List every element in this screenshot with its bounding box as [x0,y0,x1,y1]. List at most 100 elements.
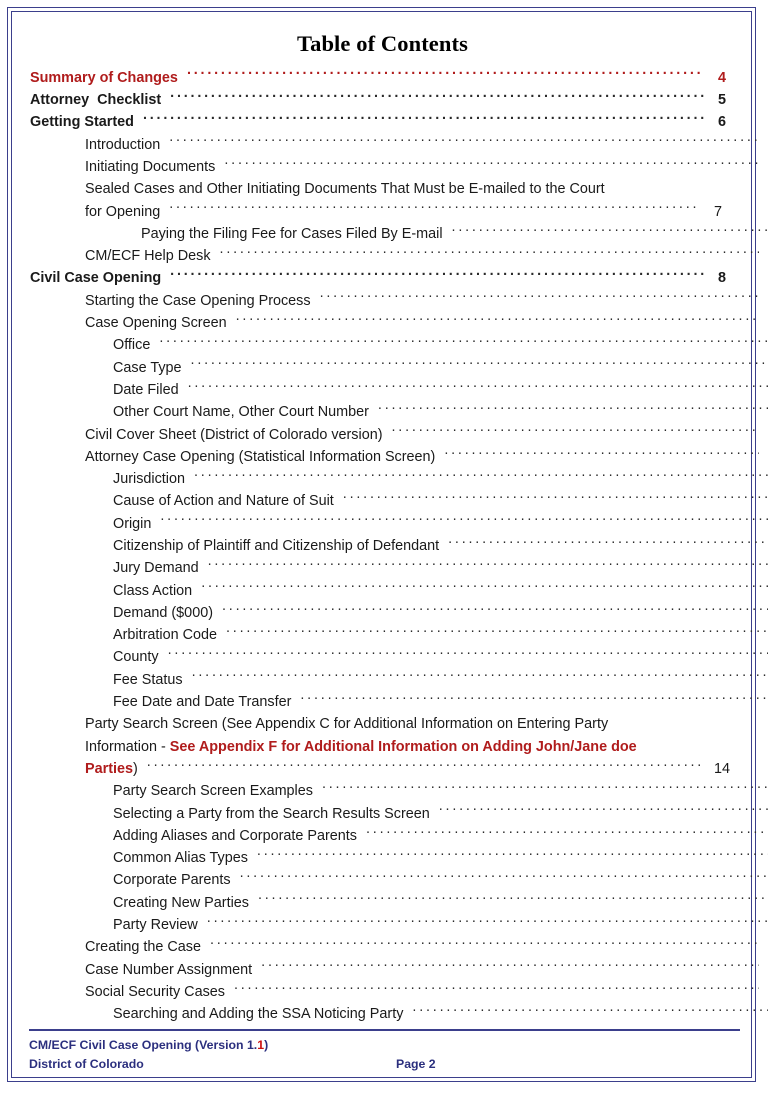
dot-leader [322,781,768,795]
toc-entry-sealed-cases[interactable]: Sealed Cases and Other Initiating Docume… [26,178,739,223]
footer-divider [29,1029,740,1031]
toc-entry[interactable]: CM/ECF Help Desk 7 [26,245,768,267]
toc-page-number: 6 [718,114,727,131]
toc-entry[interactable]: Citizenship of Plaintiff and Citizenship… [26,535,768,557]
toc-entry[interactable]: Attorney Case Opening (Statistical Infor… [26,446,768,468]
dot-leader [222,602,768,616]
toc-entry[interactable]: Class Action12 [26,580,768,602]
toc-entry[interactable]: Party Review19 [26,914,768,936]
toc-page-number: 6 [764,156,768,178]
toc-entry[interactable]: Common Alias Types17 [26,847,768,869]
toc-entry-label: Case Number Assignment [85,961,253,978]
toc-entry[interactable]: Searching and Adding the SSA Noticing Pa… [26,1003,768,1025]
toc-entry[interactable]: Cause of Action and Nature of Suit11 [26,490,768,512]
toc-page-number: 5 [718,92,727,109]
toc-entry-label: Cause of Action and Nature of Suit [113,493,334,510]
dot-leader [236,313,759,327]
toc-page-number: 20 [764,959,768,981]
dot-leader [366,825,768,839]
dot-leader [208,558,768,572]
footer-page-number: Page 2 [396,1057,436,1071]
toc-page-number: 7 [714,203,723,220]
dot-leader [258,892,768,906]
toc-entry[interactable]: Paying the Filing Fee for Cases Filed By… [26,223,768,245]
dot-leader [159,335,768,349]
toc-entry-label: Civil Case Opening [30,270,162,287]
toc-entry-label: Paying the Filing Fee for Cases Filed By… [141,225,443,242]
toc-entry-label: Origin [113,515,152,532]
dot-leader [147,759,700,773]
table-of-contents-list: Summary of Changes 4 Attorney Checklist 5 Ge… [26,67,768,1026]
footer-district: District of Colorado Page 2 [29,1055,740,1074]
toc-entry[interactable]: Office9 [26,334,768,356]
dot-leader [224,157,759,171]
toc-entry[interactable]: Initiating Documents 6 [26,156,768,178]
toc-entry[interactable]: Attorney Checklist 5 [26,89,743,111]
toc-entry[interactable]: Social Security Cases 20 [26,981,768,1003]
dot-leader [170,90,704,104]
toc-entry[interactable]: Getting Started 6 [26,111,743,133]
toc-entry[interactable]: Corporate Parents17 [26,869,768,891]
toc-entry[interactable]: Creating New Parties18 [26,892,768,914]
toc-entry[interactable]: County13 [26,646,768,668]
toc-entry-label: Adding Aliases and Corporate Parents [113,827,357,844]
dot-leader [444,446,759,460]
footer-document-name: CM/ECF Civil Case Opening (Version 1.1) [29,1036,740,1055]
toc-entry-label: Summary of Changes [30,69,178,86]
toc-entry[interactable]: Case Opening Screen 9 [26,312,768,334]
toc-entry[interactable]: Starting the Case Opening Process 8 [26,290,768,312]
page-footer: CM/ECF Civil Case Opening (Version 1.1) … [29,1029,740,1074]
toc-entry[interactable]: Fee Status13 [26,669,768,691]
toc-entry[interactable]: Creating the Case 19 [26,936,768,958]
toc-entry[interactable]: Case Number Assignment 20 [26,959,768,981]
toc-entry-party-search-screen[interactable]: Party Search Screen (See Appendix C for … [26,713,739,780]
toc-entry[interactable]: Introduction 6 [26,134,768,156]
toc-entry[interactable]: Jury Demand12 [26,557,768,579]
toc-entry-label: Citizenship of Plaintiff and Citizenship… [113,537,440,554]
toc-entry-label: CM/ECF Help Desk [85,248,211,265]
toc-entry[interactable]: Summary of Changes 4 [26,67,743,89]
footer-district-label: District of Colorado [29,1057,144,1071]
toc-entry-line-2-black: Information - [85,738,170,755]
dot-leader [452,223,768,237]
dot-leader [220,246,759,260]
toc-page-number: 19 [764,936,768,958]
toc-entry[interactable]: Civil Case Opening 8 [26,267,743,289]
toc-entry[interactable]: Demand ($000)12 [26,602,768,624]
toc-entry[interactable]: Date Filed9 [26,379,768,401]
toc-entry-line-1: Party Search Screen (See Appendix C for … [85,716,609,733]
toc-entry-label: Selecting a Party from the Search Result… [113,805,430,822]
footer-doc-prefix: CM/ECF Civil Case Opening (Version 1. [29,1038,258,1052]
toc-entry-label: Fee Status [113,671,183,688]
toc-entry[interactable]: Origin12 [26,513,768,535]
toc-entry[interactable]: Party Search Screen Examples14 [26,780,768,802]
page-content: Table of Contents Summary of Changes 4 Att… [8,8,768,1083]
dot-leader [187,67,704,81]
toc-entry[interactable]: Jurisdiction11 [26,468,768,490]
dot-leader [392,424,759,438]
toc-entry[interactable]: Adding Aliases and Corporate Parents17 [26,825,768,847]
dot-leader [261,959,759,973]
toc-entry[interactable]: Civil Cover Sheet (District of Colorado … [26,424,768,446]
toc-entry-label: Class Action [113,582,193,599]
toc-page-number: 8 [718,270,727,287]
toc-page-number: 9 [764,312,768,334]
dot-leader [210,937,759,951]
dot-leader [143,112,704,126]
toc-entry-label: Attorney Checklist [30,92,162,109]
toc-page-number: 11 [764,446,768,468]
toc-entry[interactable]: Fee Date and Date Transfer13 [26,691,768,713]
toc-entry-label: Fee Date and Date Transfer [113,694,292,711]
toc-entry[interactable]: Selecting a Party from the Search Result… [26,803,768,825]
toc-entry[interactable]: Case Type9 [26,357,768,379]
dot-leader [168,647,768,661]
toc-page-number: 6 [764,134,768,156]
toc-entry[interactable]: Arbitration Code12 [26,624,768,646]
toc-entry-line-2: for Opening 7 [85,201,739,223]
toc-page-number: 7 [764,245,768,267]
toc-entry-line-3: Parties) 14 [85,758,739,780]
footer-doc-suffix: ) [264,1038,269,1052]
toc-entry-label: Party Search Screen Examples [113,783,313,800]
dot-leader [320,290,759,304]
toc-entry[interactable]: Other Court Name, Other Court Number9 [26,401,768,423]
